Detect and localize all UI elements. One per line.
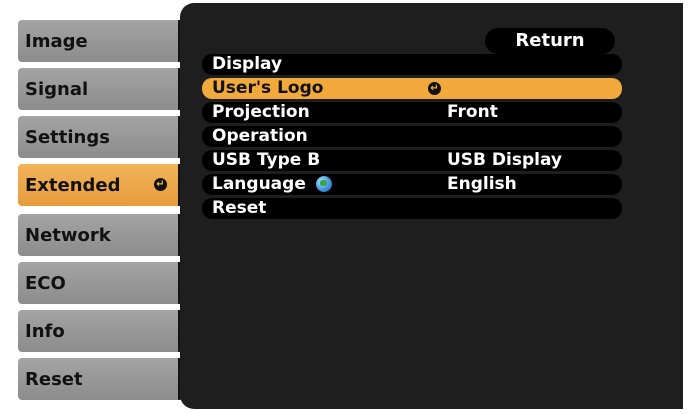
row-users-logo[interactable]: User's Logo ↵ (202, 78, 622, 99)
menu-item-reset[interactable]: Reset (18, 358, 183, 400)
menu-item-network[interactable]: Network (18, 214, 183, 256)
left-menu: Image Signal Settings Extended ↵ Network… (5, 0, 185, 414)
row-display[interactable]: Display (202, 54, 622, 75)
row-projection[interactable]: Projection Front (202, 102, 622, 123)
enter-icon: ↵ (428, 82, 441, 95)
menu-item-info[interactable]: Info (18, 310, 183, 352)
row-value: Front (447, 102, 498, 122)
row-value: English (447, 174, 517, 194)
menu-item-extended[interactable]: Extended ↵ (18, 164, 183, 206)
row-reset[interactable]: Reset (202, 198, 622, 219)
menu-item-label: Reset (25, 368, 83, 390)
submenu-panel: Return Display User's Logo ↵ Projection … (180, 3, 683, 409)
menu-item-label: Image (25, 30, 88, 52)
row-label: Projection (212, 102, 310, 122)
row-usb-type-b[interactable]: USB Type B USB Display (202, 150, 622, 171)
return-button[interactable]: Return (485, 28, 615, 54)
row-operation[interactable]: Operation (202, 126, 622, 147)
menu-item-label: Network (25, 224, 111, 246)
menu-item-label: ECO (25, 272, 66, 294)
globe-icon (315, 176, 332, 192)
menu-item-label: Settings (25, 126, 110, 148)
row-label: User's Logo (212, 78, 324, 98)
menu-item-label: Info (25, 320, 65, 342)
menu-item-signal[interactable]: Signal (18, 68, 183, 110)
menu-item-settings[interactable]: Settings (18, 116, 183, 158)
row-label: Display (212, 54, 283, 74)
row-value: USB Display (447, 150, 563, 170)
row-label: USB Type B (212, 150, 321, 170)
row-label: Language (212, 174, 306, 194)
menu-item-label: Extended (25, 174, 121, 196)
enter-icon: ↵ (154, 178, 167, 191)
menu-item-image[interactable]: Image (18, 20, 183, 62)
row-language[interactable]: Language English (202, 174, 622, 195)
row-label-wrap: Language (212, 174, 332, 195)
menu-item-label: Signal (25, 78, 89, 100)
row-label: Operation (212, 126, 308, 146)
row-label: Reset (212, 198, 267, 218)
menu-item-eco[interactable]: ECO (18, 262, 183, 304)
